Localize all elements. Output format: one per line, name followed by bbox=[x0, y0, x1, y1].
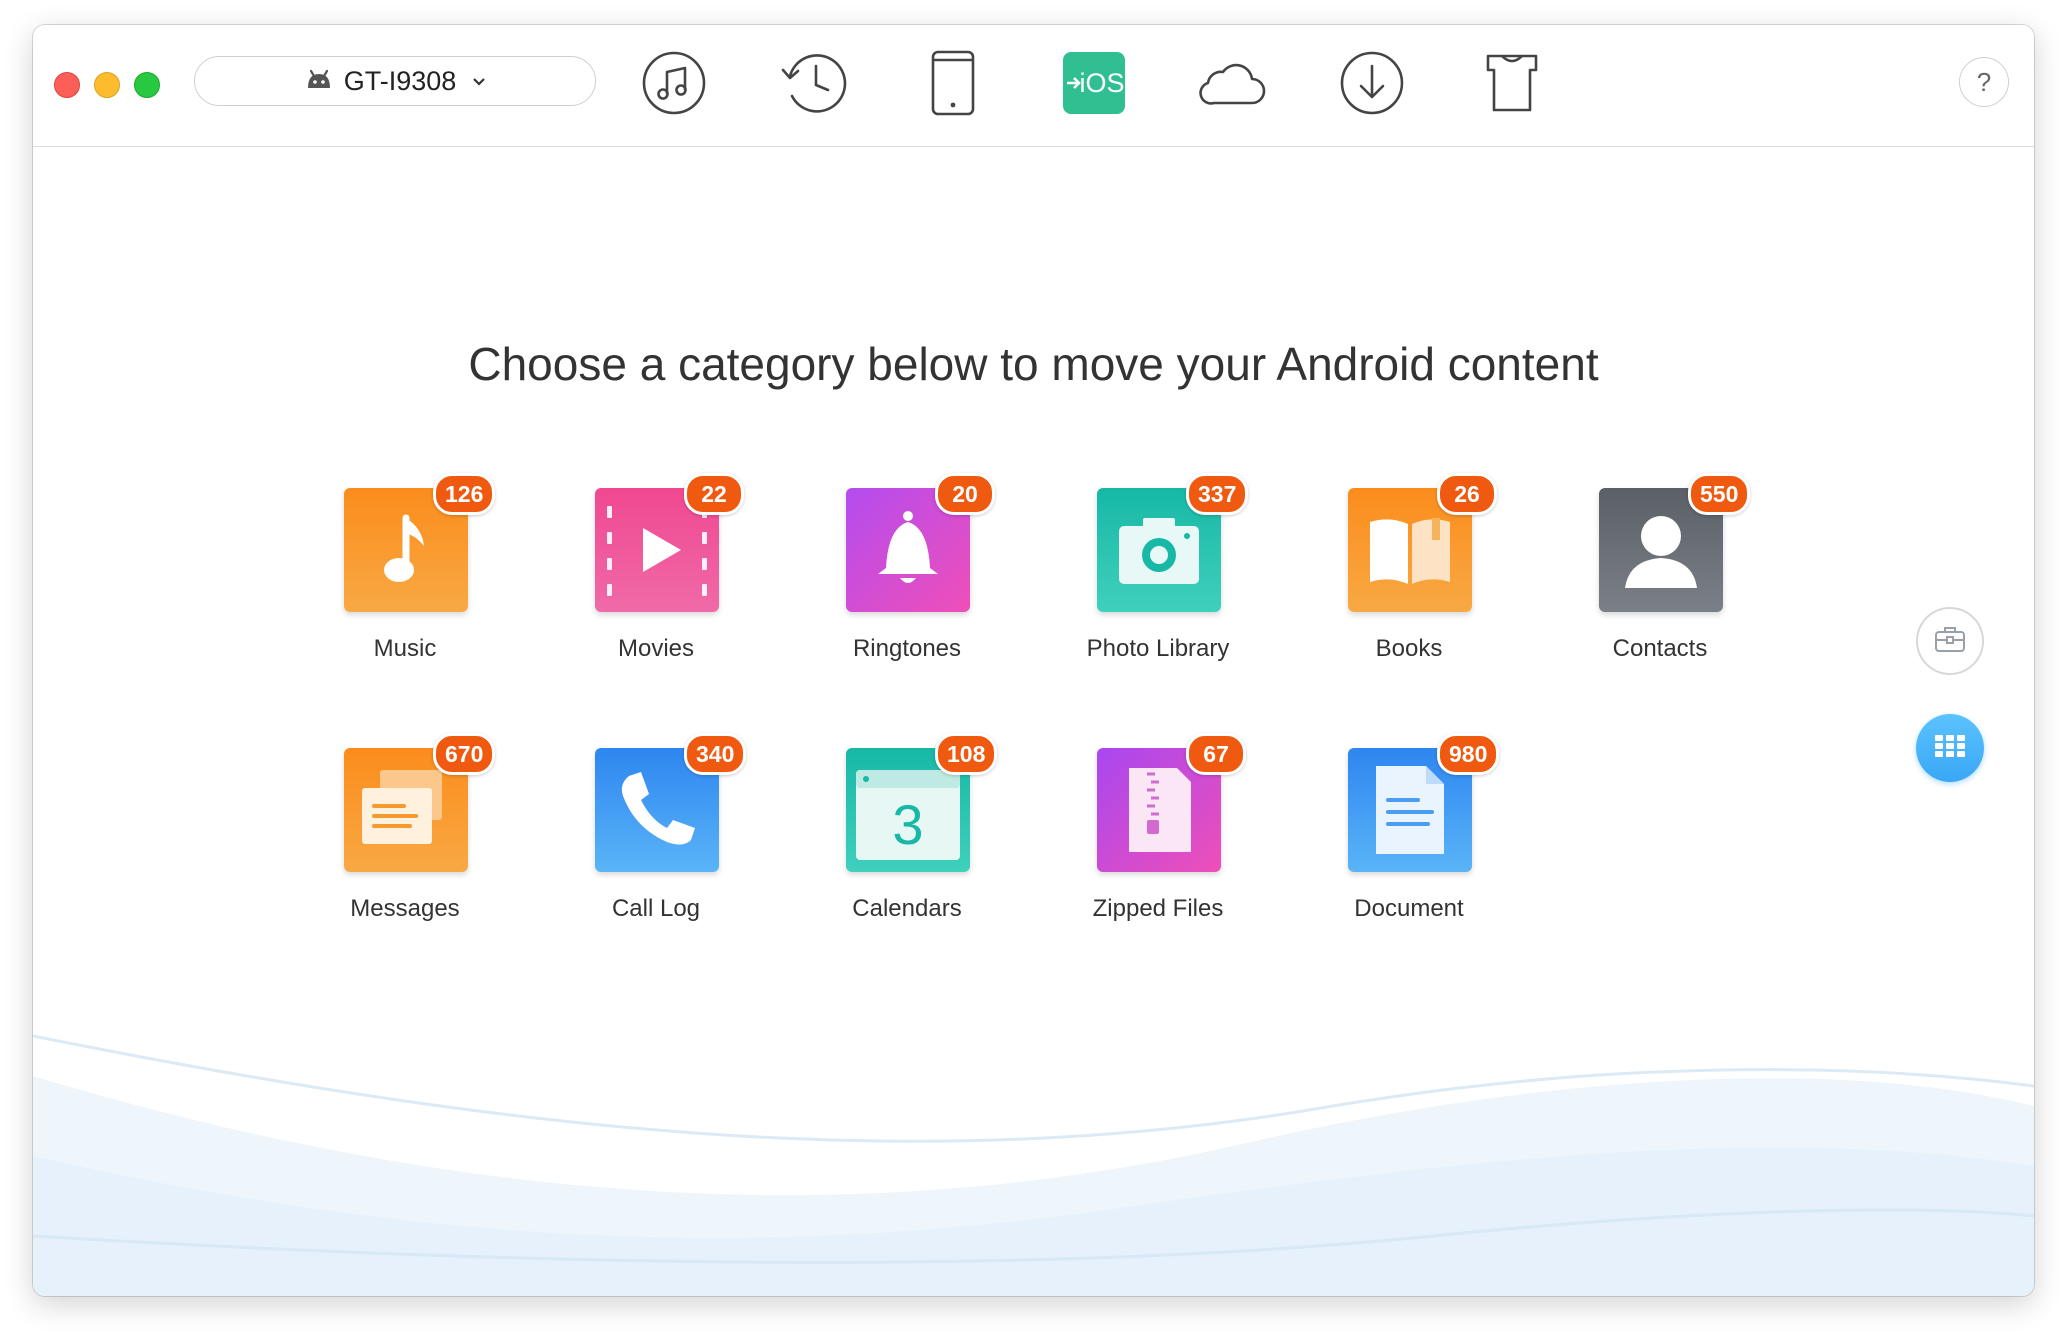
toolkit-button[interactable] bbox=[1916, 607, 1984, 675]
category-ringtones[interactable]: 20 Ringtones bbox=[807, 465, 1007, 665]
category-zipped-files[interactable]: 67 Zipped Files bbox=[1058, 725, 1258, 925]
category-calendars[interactable]: 3 108 Calendars bbox=[807, 725, 1007, 925]
category-call-log[interactable]: 340 Call Log bbox=[556, 725, 756, 925]
android-icon bbox=[304, 68, 334, 95]
category-contacts[interactable]: 550 Contacts bbox=[1560, 465, 1760, 665]
category-label: Ringtones bbox=[852, 635, 962, 662]
category-view-button[interactable] bbox=[1916, 714, 1984, 782]
count-badge: 22 bbox=[684, 473, 744, 515]
category-label: Calendars bbox=[852, 895, 962, 922]
category-photo-library[interactable]: 337 Photo Library bbox=[1058, 465, 1258, 665]
device-manager-icon[interactable] bbox=[917, 47, 989, 119]
count-badge: 126 bbox=[433, 473, 496, 515]
zoom-window-button[interactable] bbox=[134, 72, 160, 98]
category-movies[interactable]: 22 Movies bbox=[556, 465, 756, 665]
download-icon[interactable] bbox=[1336, 47, 1408, 119]
help-button[interactable]: ? bbox=[1959, 57, 2009, 107]
icloud-manager-icon[interactable] bbox=[1196, 47, 1268, 119]
device-name: GT-I9308 bbox=[343, 65, 457, 96]
minimize-window-button[interactable] bbox=[94, 72, 120, 98]
category-books[interactable]: 26 Books bbox=[1309, 465, 1509, 665]
count-badge: 67 bbox=[1186, 733, 1246, 775]
briefcase-icon bbox=[1934, 625, 1966, 658]
count-badge: 20 bbox=[935, 473, 995, 515]
count-badge: 550 bbox=[1688, 473, 1751, 515]
count-badge: 337 bbox=[1186, 473, 1249, 515]
music-manager-icon[interactable] bbox=[638, 47, 710, 119]
category-music[interactable]: 126 Music bbox=[305, 465, 505, 665]
calendar-day: 3 bbox=[892, 793, 923, 856]
ios-label: iOS bbox=[1079, 68, 1124, 98]
count-badge: 26 bbox=[1437, 473, 1497, 515]
category-label: Call Log bbox=[611, 895, 701, 922]
count-badge: 108 bbox=[935, 733, 998, 775]
android-to-ios-icon[interactable]: iOS bbox=[1058, 47, 1130, 119]
device-selector[interactable]: GT-I9308 bbox=[194, 56, 596, 106]
category-label: Photo Library bbox=[1086, 635, 1230, 662]
help-label: ? bbox=[1976, 66, 1992, 97]
theme-icon[interactable] bbox=[1476, 47, 1548, 119]
category-label: Movies bbox=[617, 635, 695, 662]
close-window-button[interactable] bbox=[54, 72, 80, 98]
count-badge: 340 bbox=[684, 733, 747, 775]
main-content: Choose a category below to move your And… bbox=[33, 147, 2034, 1296]
background-waves bbox=[33, 1034, 2034, 1296]
count-badge: 670 bbox=[433, 733, 496, 775]
category-messages[interactable]: 670 Messages bbox=[305, 725, 505, 925]
category-document[interactable]: 980 Document bbox=[1309, 725, 1509, 925]
category-label: Music bbox=[373, 635, 437, 662]
grid-icon bbox=[1935, 734, 1965, 762]
count-badge: 980 bbox=[1437, 733, 1500, 775]
backup-history-icon[interactable] bbox=[778, 47, 850, 119]
category-label: Books bbox=[1375, 635, 1443, 662]
app-window: GT-I9308 iOS ? Choose a category below t… bbox=[33, 25, 2034, 1296]
category-label: Messages bbox=[350, 895, 460, 922]
chevron-down-icon bbox=[472, 74, 486, 92]
category-label: Zipped Files bbox=[1092, 895, 1224, 922]
titlebar: GT-I9308 iOS ? bbox=[33, 25, 2034, 147]
category-label: Document bbox=[1354, 895, 1464, 922]
category-label: Contacts bbox=[1612, 635, 1708, 662]
page-heading: Choose a category below to move your And… bbox=[468, 338, 1599, 390]
